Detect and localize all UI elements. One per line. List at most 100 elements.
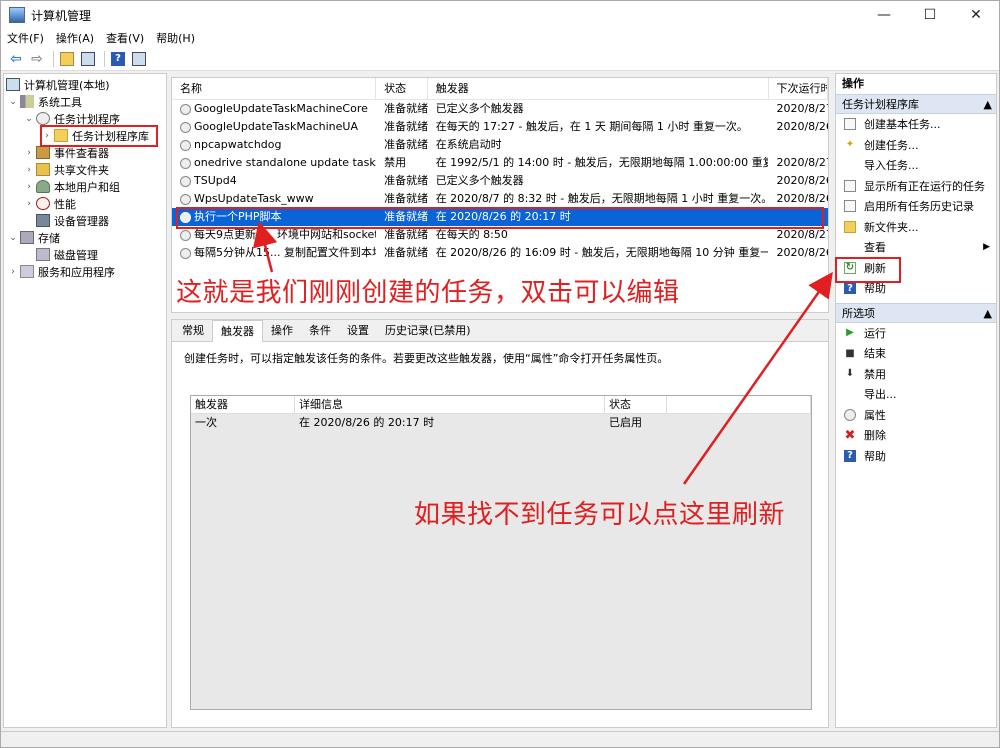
event-icon (36, 146, 50, 159)
column-next-run[interactable]: 下次运行时 (769, 78, 828, 100)
column-trigger[interactable]: 触发器 (428, 78, 769, 100)
task-name: GoogleUpdateTaskMachineUA (172, 118, 376, 136)
close-button[interactable]: ✕ (953, 1, 999, 29)
back-arrow-icon[interactable]: ⇦ (7, 50, 25, 68)
menu-help[interactable]: 帮助(H) (156, 30, 195, 46)
blank-icon (844, 388, 856, 400)
action-show-running-tasks[interactable]: 显示所有正在运行的任务 (836, 176, 996, 197)
pane-icon[interactable] (130, 50, 148, 68)
task-trigger: 已定义多个触发器 (435, 174, 524, 187)
action-enable-history[interactable]: 启用所有任务历史记录 (836, 196, 996, 217)
run-icon: ▶ (846, 327, 854, 339)
tree-item-shared-folders[interactable]: › 共享文件夹 (4, 161, 166, 178)
menu-file[interactable]: 文件(F) (7, 30, 44, 46)
table-row[interactable]: 一次 在 2020/8/26 的 20:17 时 已启用 (191, 414, 811, 432)
task-next-run (768, 136, 828, 154)
task-name-text: GoogleUpdateTaskMachineCore (194, 102, 368, 115)
folder-up-icon[interactable] (58, 50, 76, 68)
tab-settings[interactable]: 设置 (339, 320, 377, 342)
action-properties[interactable]: 属性 (836, 405, 996, 426)
task-trigger: 在每天的 17:27 - 触发后，在 1 天 期间每隔 1 小时 重复一次。 (435, 120, 748, 133)
actions-section-selected[interactable]: 所选项 ▲ (836, 302, 996, 323)
clock-icon (36, 112, 50, 125)
refresh-highlight-box (835, 257, 901, 283)
expand-twisty[interactable]: › (24, 199, 34, 209)
action-label: 导入任务... (864, 159, 919, 173)
action-disable[interactable]: ⬇ 禁用 (836, 364, 996, 385)
column-name[interactable]: 名称 (172, 78, 377, 100)
show-hide-tree-icon[interactable] (79, 50, 97, 68)
expand-twisty[interactable]: › (8, 267, 18, 277)
task-clock-icon (180, 157, 191, 169)
expand-twisty[interactable]: ⌄ (8, 97, 18, 107)
tree-item-performance[interactable]: › 性能 (4, 195, 166, 212)
tree-item-system-tools[interactable]: ⌄ 系统工具 (4, 93, 166, 110)
tree-item-device-manager[interactable]: 设备管理器 (4, 212, 166, 229)
tab-actions[interactable]: 操作 (263, 320, 301, 342)
menu-view[interactable]: 查看(V) (106, 30, 144, 46)
tree-item-local-users[interactable]: › 本地用户和组 (4, 178, 166, 195)
section-label: 任务计划程序库 (842, 98, 919, 111)
delete-icon: ✖ (844, 427, 856, 443)
expand-twisty[interactable]: › (24, 182, 34, 192)
action-delete[interactable]: ✖ 删除 (836, 425, 996, 446)
task-row[interactable]: 每隔5分钟从15... 复制配置文件到本地 准备就绪在 2020/8/26 的 1… (172, 244, 828, 262)
task-name: onedrive standalone update task-... (172, 154, 376, 172)
expand-twisty[interactable]: ⌄ (24, 114, 34, 124)
triggers-description: 创建任务时，可以指定触发该任务的条件。若要更改这些触发器，使用“属性”命令打开任… (184, 352, 669, 365)
title-bar: 计算机管理 — ☐ ✕ (1, 1, 999, 29)
action-help-selected[interactable]: ? 帮助 (836, 446, 996, 467)
share-icon (36, 163, 50, 176)
expand-twisty[interactable]: › (24, 165, 34, 175)
maximize-button[interactable]: ☐ (907, 1, 953, 29)
tree-item-storage[interactable]: ⌄ 存储 (4, 229, 166, 246)
actions-section-library[interactable]: 任务计划程序库 ▲ (836, 94, 996, 114)
navigation-tree: 计算机管理(本地) ⌄ 系统工具 ⌄ 任务计划程序 › 任务计划程序库 › 事件… (3, 73, 167, 728)
task-trigger: 在系统启动时 (435, 138, 502, 151)
column-trigger[interactable]: 触发器 (191, 396, 295, 414)
action-import-task[interactable]: 导入任务... (836, 155, 996, 176)
column-details[interactable]: 详细信息 (295, 396, 605, 414)
tree-item-label: 共享文件夹 (54, 163, 109, 177)
collapse-arrow-icon[interactable]: ▲ (984, 304, 992, 322)
task-clock-icon (180, 175, 191, 187)
blank-icon (844, 241, 856, 253)
tree-item-services-apps[interactable]: › 服务和应用程序 (4, 263, 166, 280)
menu-action[interactable]: 操作(A) (56, 30, 94, 46)
action-create-task[interactable]: ✦ 创建任务... (836, 135, 996, 156)
minimize-button[interactable]: — (861, 1, 907, 29)
task-next-run: 2020/8/27 (776, 156, 828, 169)
column-status[interactable]: 状态 (376, 78, 428, 100)
action-run[interactable]: ▶ 运行 (836, 323, 996, 344)
task-name-text: 每隔5分钟从15... 复制配置文件到本地 (194, 246, 377, 259)
tab-general[interactable]: 常规 (174, 320, 212, 342)
tree-item-computer-management[interactable]: 计算机管理(本地) (4, 76, 166, 93)
collapse-arrow-icon[interactable]: ▲ (984, 95, 992, 113)
expand-twisty[interactable]: › (24, 148, 34, 158)
task-row[interactable]: WpsUpdateTask_www 准备就绪在 2020/8/7 的 8:32 时… (172, 190, 828, 208)
action-view[interactable]: 查看 ▶ (836, 237, 996, 258)
tab-conditions[interactable]: 条件 (301, 320, 339, 342)
tools-icon (20, 95, 34, 108)
tab-triggers[interactable]: 触发器 (212, 320, 263, 342)
action-end[interactable]: ■ 结束 (836, 343, 996, 364)
task-row[interactable]: TSUpd4 准备就绪 已定义多个触发器 2020/8/26 (172, 172, 828, 190)
column-status[interactable]: 状态 (605, 396, 667, 414)
help-icon: ? (844, 282, 856, 295)
task-row[interactable]: onedrive standalone update task-... 禁用 在 1… (172, 154, 828, 172)
task-row[interactable]: npcapwatchdog 准备就绪 在系统启动时 (172, 136, 828, 154)
action-new-folder[interactable]: 新文件夹... (836, 217, 996, 238)
action-export[interactable]: 导出... (836, 384, 996, 405)
forward-arrow-icon[interactable]: ⇨ (28, 50, 46, 68)
tab-history[interactable]: 历史记录(已禁用) (377, 320, 479, 342)
task-row[interactable]: GoogleUpdateTaskMachineCore 准备就绪 已定义多个触发器 2… (172, 100, 828, 118)
task-row[interactable]: GoogleUpdateTaskMachineUA 准备就绪 在每天的 17:27 … (172, 118, 828, 136)
expand-twisty[interactable]: ⌄ (8, 233, 18, 243)
tree-item-label: 本地用户和组 (54, 180, 120, 194)
help-icon[interactable]: ? (109, 50, 127, 68)
action-label: 结束 (864, 347, 886, 361)
task-next-run: 2020/8/26 (776, 120, 828, 133)
tree-item-label: 磁盘管理 (54, 248, 98, 262)
tree-item-disk-management[interactable]: 磁盘管理 (4, 246, 166, 263)
action-create-basic-task[interactable]: 创建基本任务... (836, 114, 996, 135)
